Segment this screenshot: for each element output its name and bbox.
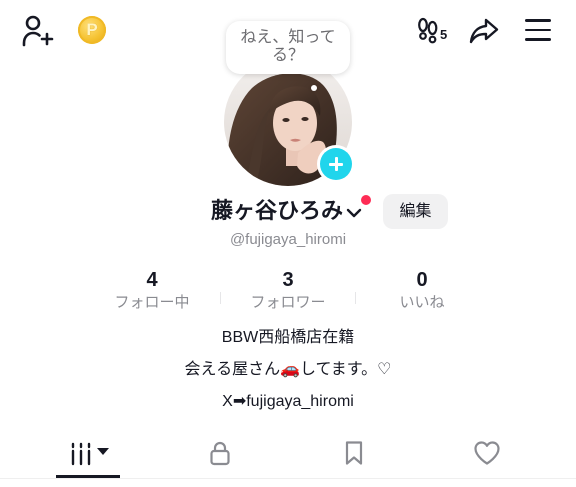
stat-label: いいね — [399, 294, 445, 311]
username: @fujigaya_hiromi — [229, 231, 347, 248]
account-switcher[interactable]: 藤ヶ谷ひろみ — [210, 195, 371, 226]
coin-icon[interactable]: P — [78, 16, 106, 44]
note-bubble-tail — [311, 85, 317, 91]
menu-line — [525, 38, 551, 41]
profile-note-bubble[interactable]: ねえ、知って る？ — [226, 21, 350, 74]
tabs-divider — [0, 478, 576, 479]
stat-likes[interactable]: 0 いいね — [357, 266, 487, 313]
stat-value: 3 — [282, 269, 294, 291]
plus-bar — [334, 157, 338, 171]
add-story-button[interactable] — [317, 145, 355, 183]
tab-private[interactable] — [155, 433, 285, 473]
add-friend-button[interactable] — [20, 14, 54, 48]
note-line: ねえ、知って — [240, 29, 336, 46]
plus-icon — [320, 148, 352, 180]
stat-value: 0 — [416, 269, 428, 291]
bio-line: BBW西船橋店在籍 — [221, 329, 355, 346]
share-icon — [469, 18, 499, 44]
menu-line — [525, 19, 551, 22]
tab-liked[interactable] — [422, 433, 552, 473]
edit-profile-button[interactable]: 編集 — [383, 194, 448, 229]
footprints-button[interactable] — [417, 17, 439, 45]
videos-icon — [71, 442, 91, 466]
stat-divider — [220, 292, 221, 304]
caret-down-icon[interactable] — [97, 448, 109, 456]
stat-value: 4 — [146, 269, 158, 291]
person-add-icon — [22, 15, 54, 47]
note-line: る？ — [271, 47, 304, 64]
display-name: 藤ヶ谷ひろみ — [210, 198, 343, 223]
heart-icon — [474, 441, 500, 465]
bio-link[interactable]: X➡fujigaya_hiromi — [0, 392, 576, 412]
lock-icon — [210, 441, 230, 466]
footprints-icon — [418, 17, 438, 44]
share-button[interactable] — [469, 15, 499, 45]
menu-line — [525, 28, 551, 32]
notification-dot — [361, 195, 371, 205]
bookmark-icon — [345, 441, 363, 465]
stat-label: フォロワー — [250, 294, 326, 311]
stat-divider — [355, 292, 356, 304]
stat-followers[interactable]: 3 フォロワー — [223, 266, 353, 313]
footprints-count: 5 — [440, 27, 448, 42]
stat-label: フォロー中 — [114, 294, 190, 311]
hamburger-menu-icon[interactable] — [525, 19, 551, 41]
tab-favorites[interactable] — [289, 433, 419, 473]
bio-line: 会える屋さん🚗してます。♡ — [184, 361, 392, 378]
stat-following[interactable]: 4 フォロー中 — [87, 266, 217, 313]
chevron-down-icon — [346, 208, 362, 218]
coin-glyph: P — [86, 20, 98, 39]
active-tab-indicator — [56, 475, 120, 478]
tab-videos[interactable] — [23, 433, 153, 473]
